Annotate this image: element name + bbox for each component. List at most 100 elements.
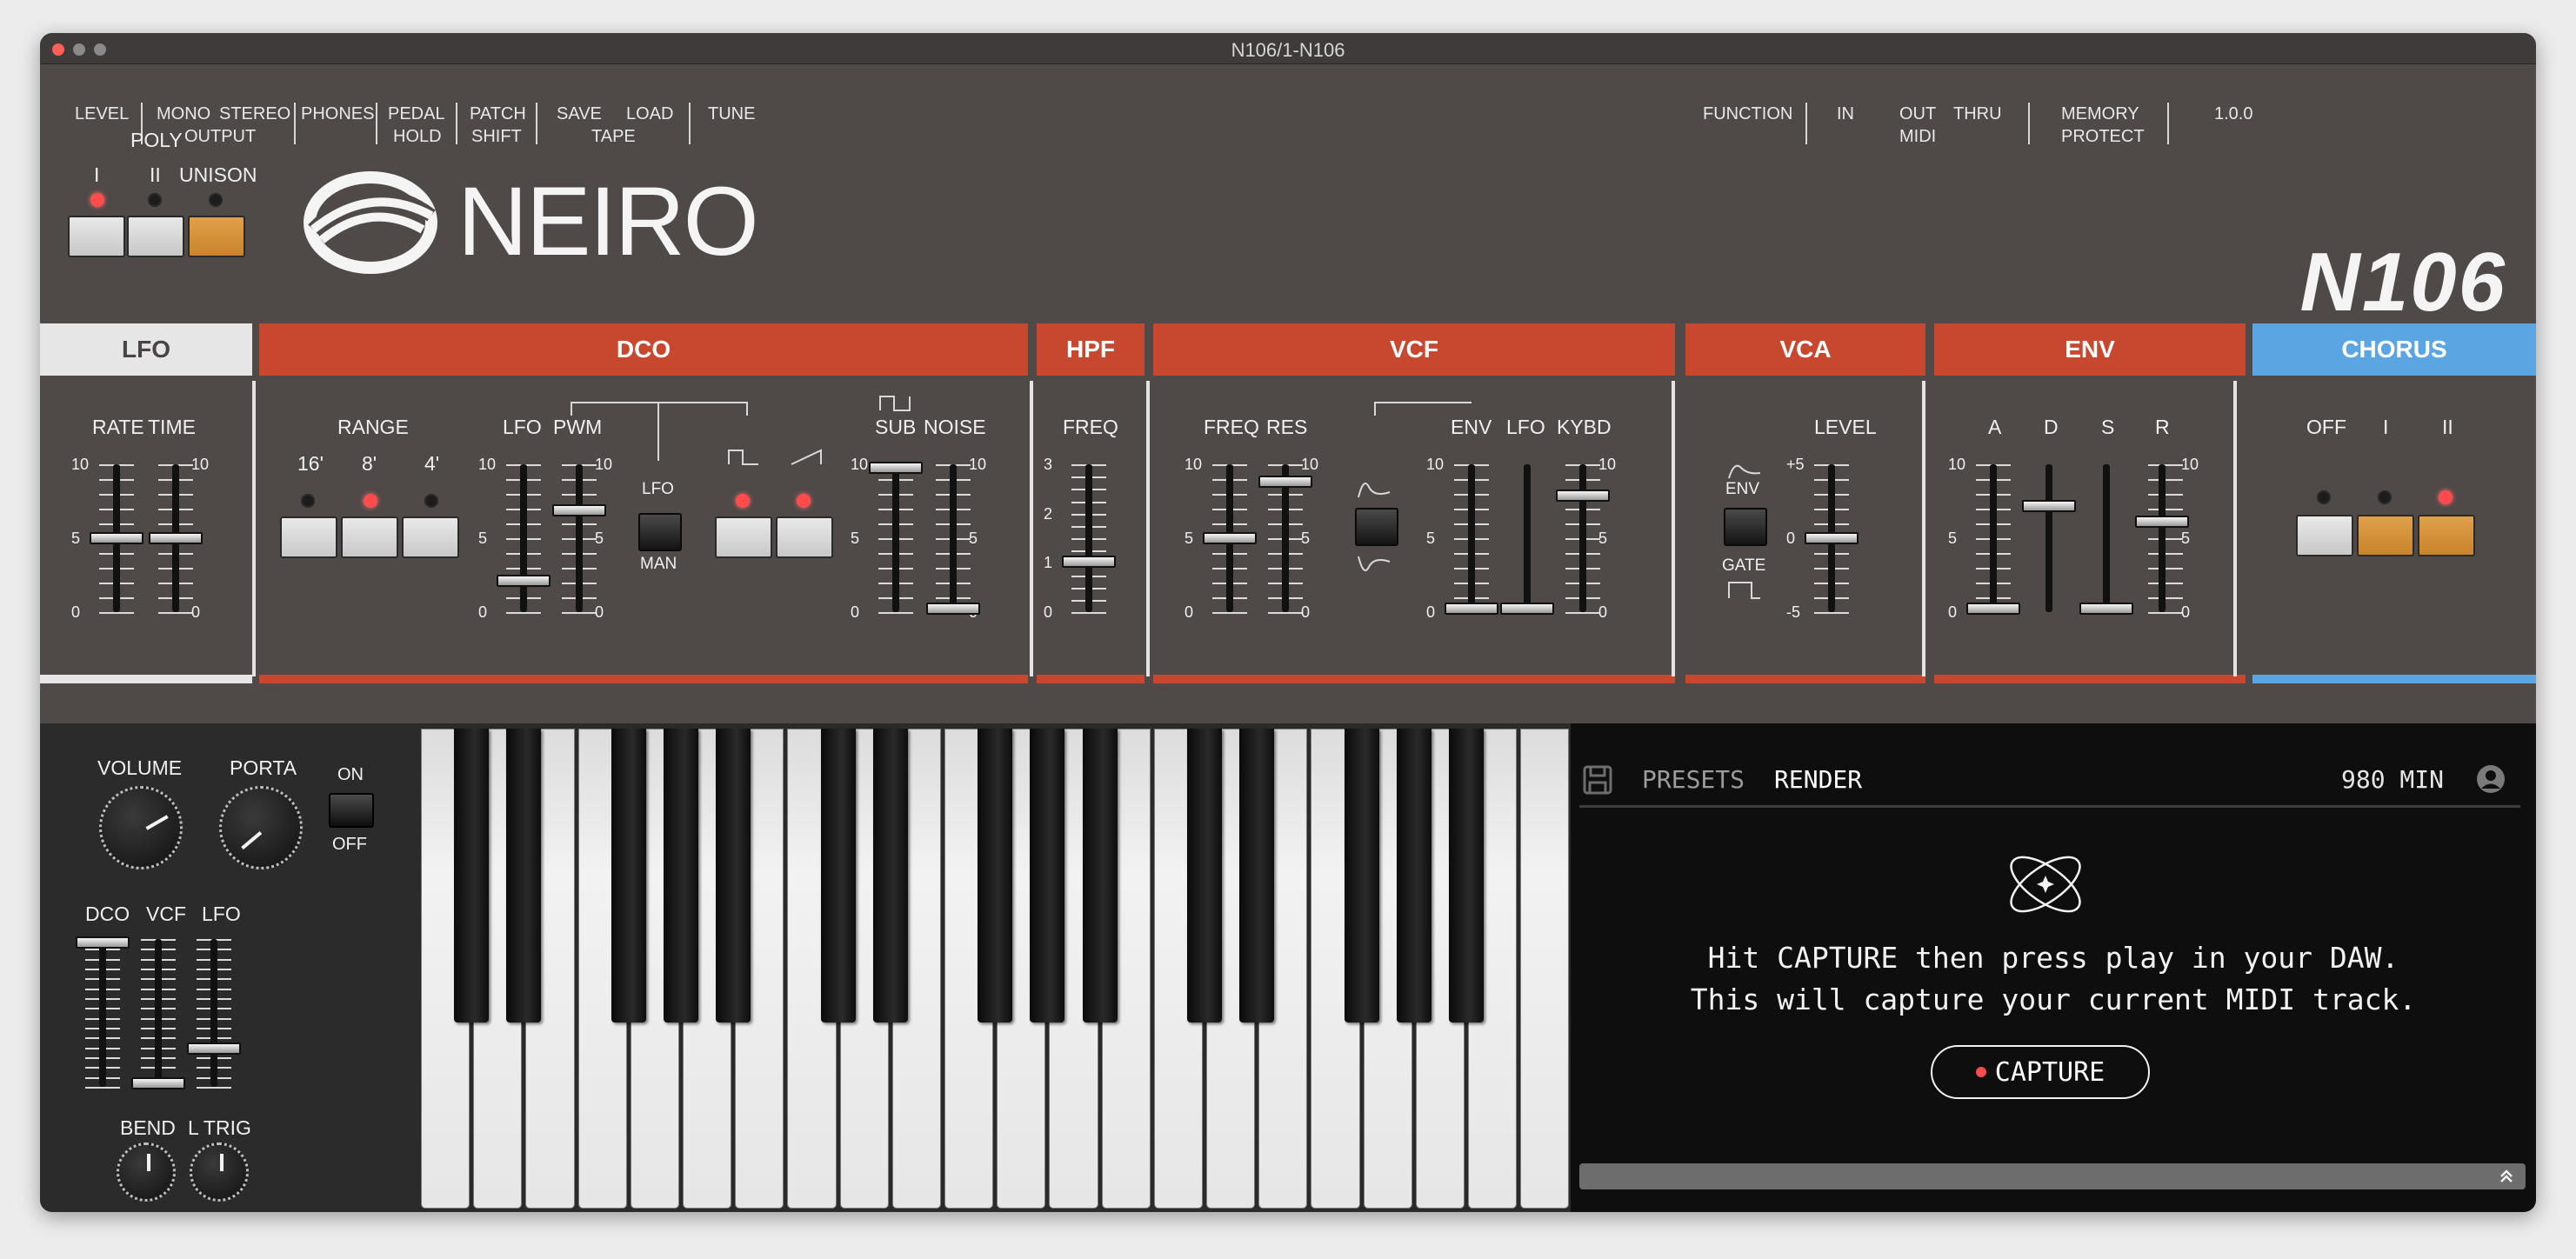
dco-noise-label: NOISE (924, 416, 986, 438)
black-key[interactable] (1344, 729, 1379, 1023)
unison-led (209, 193, 223, 207)
black-key[interactable] (716, 729, 751, 1023)
tab-presets[interactable]: PRESETS (1642, 765, 1745, 794)
dco-lfo-fader-track[interactable] (520, 464, 527, 612)
porta-knob[interactable] (219, 786, 303, 869)
hpf-freq-label: FREQ (1063, 416, 1118, 438)
vcf-kybd-fader-track[interactable] (1579, 464, 1586, 612)
hpf-freq-fader-track[interactable] (1085, 464, 1092, 612)
env-a-fader-track[interactable] (1990, 464, 1997, 612)
env-polarity-switch[interactable] (1355, 508, 1398, 546)
black-key[interactable] (454, 729, 490, 1023)
scale-number: 10 (191, 456, 210, 473)
chorus-ii-button[interactable] (2418, 515, 2475, 556)
black-key[interactable] (978, 729, 1013, 1023)
save-preset-icon[interactable] (1583, 765, 1612, 795)
black-key[interactable] (506, 729, 542, 1023)
env-s-fader-handle[interactable] (2079, 603, 2133, 615)
vcf-freq-fader-handle[interactable] (1203, 532, 1257, 544)
scale-number: 10 (2181, 456, 2199, 473)
black-key[interactable] (1449, 729, 1484, 1023)
pwm-man-label: MAN (640, 555, 677, 573)
range-4-button[interactable] (402, 516, 459, 558)
section-vcf-header: VCF (1153, 323, 1675, 376)
porta-switch[interactable] (329, 793, 374, 828)
bend-vcf-fader-handle[interactable] (131, 1077, 185, 1089)
volume-knob[interactable] (99, 786, 183, 869)
black-key[interactable] (1239, 729, 1275, 1023)
env-d-fader-handle[interactable] (2022, 499, 2076, 512)
dco-pwm-fader-handle[interactable] (552, 503, 606, 516)
black-key[interactable] (664, 729, 698, 1023)
vcf-env-fader-track[interactable] (1468, 464, 1475, 612)
lfo-rate-label: RATE (92, 416, 144, 438)
lfo-rate-fader-handle[interactable] (90, 532, 143, 544)
env-negative-icon (1358, 556, 1391, 571)
vcf-env-fader-handle[interactable] (1445, 603, 1498, 615)
white-key[interactable] (1520, 729, 1570, 1209)
ltrig-knob[interactable] (190, 1142, 249, 1202)
scale-number: 5 (1301, 530, 1311, 547)
black-key[interactable] (1396, 729, 1431, 1023)
chorus-off-button[interactable] (2296, 515, 2353, 556)
tab-render[interactable]: RENDER (1774, 765, 1862, 794)
bend-dco-fader-handle[interactable] (76, 936, 130, 949)
bend-vcf-fader-track[interactable] (155, 939, 162, 1087)
poly-i-button[interactable] (68, 216, 125, 257)
dco-sub-label: SUB (875, 416, 917, 438)
dco-noise-fader-track[interactable] (950, 464, 957, 612)
dco-pwm-fader-track[interactable] (576, 464, 583, 612)
black-key[interactable] (1187, 729, 1222, 1023)
vcf-kybd-fader-handle[interactable] (1556, 490, 1610, 503)
bend-lfo-fader-handle[interactable] (187, 1042, 241, 1055)
hpf-freq-fader-handle[interactable] (1062, 556, 1116, 568)
scale-number: 10 (851, 456, 869, 473)
chorus-i-button[interactable] (2357, 515, 2414, 556)
env-r-fader-handle[interactable] (2135, 515, 2189, 528)
vcf-lfo-fader-track[interactable] (1524, 464, 1531, 612)
vca-level-fader-handle[interactable] (1805, 532, 1859, 544)
square-wave-button[interactable] (715, 516, 772, 558)
black-key[interactable] (1030, 729, 1065, 1023)
scale-number: 0 (191, 603, 201, 621)
lfo-time-fader-handle[interactable] (149, 532, 203, 544)
black-key[interactable] (820, 729, 856, 1023)
jack-labels: LEVEL MONO STEREO OUTPUT PHONES PEDAL HO… (40, 64, 2536, 151)
lower-area: VOLUME PORTA ON OFF DCO VCF LFO BEND L T… (40, 723, 2536, 1212)
pwm-lfo-label: LFO (642, 480, 674, 498)
sub-osc-wave-icon (879, 396, 911, 411)
unison-button[interactable] (188, 216, 245, 257)
env-r-fader-track[interactable] (2159, 464, 2166, 612)
capture-button[interactable]: CAPTURE (1931, 1045, 2150, 1099)
black-key[interactable] (872, 729, 908, 1023)
range-8-button[interactable] (341, 516, 398, 558)
poly-ii-button[interactable] (127, 216, 184, 257)
sawtooth-wave-button[interactable] (776, 516, 833, 558)
range-16-label: 16' (297, 452, 324, 475)
bend-lfo-fader-track[interactable] (210, 939, 217, 1087)
render-bottom-bar[interactable] (1579, 1163, 2526, 1189)
neiro-logo-icon (304, 171, 437, 274)
dco-sub-fader-track[interactable] (892, 464, 899, 612)
account-icon[interactable] (2475, 763, 2506, 795)
square-wave-led (736, 494, 750, 508)
vcf-lfo-fader-handle[interactable] (1500, 603, 1554, 615)
env-a-fader-handle[interactable] (1966, 603, 2020, 615)
black-key[interactable] (611, 729, 646, 1023)
range-4-led (424, 494, 438, 508)
chevrons-up-icon[interactable] (2498, 1168, 2515, 1185)
section-chorus-header: CHORUS (2252, 323, 2536, 376)
black-key[interactable] (1082, 729, 1118, 1023)
bend-dco-fader-track[interactable] (99, 939, 106, 1087)
vca-mode-switch[interactable] (1724, 508, 1767, 546)
dco-noise-fader-handle[interactable] (926, 603, 980, 615)
env-d-fader-track[interactable] (2045, 464, 2052, 612)
env-s-fader-track[interactable] (2103, 464, 2110, 612)
range-16-button[interactable] (280, 516, 337, 558)
vcf-res-fader-handle[interactable] (1258, 476, 1312, 489)
pwm-source-switch[interactable] (638, 513, 682, 551)
dco-lfo-fader-handle[interactable] (497, 574, 551, 587)
dco-sub-fader-handle[interactable] (869, 462, 923, 474)
scale-tick (2148, 479, 2183, 481)
bend-knob[interactable] (117, 1142, 176, 1202)
